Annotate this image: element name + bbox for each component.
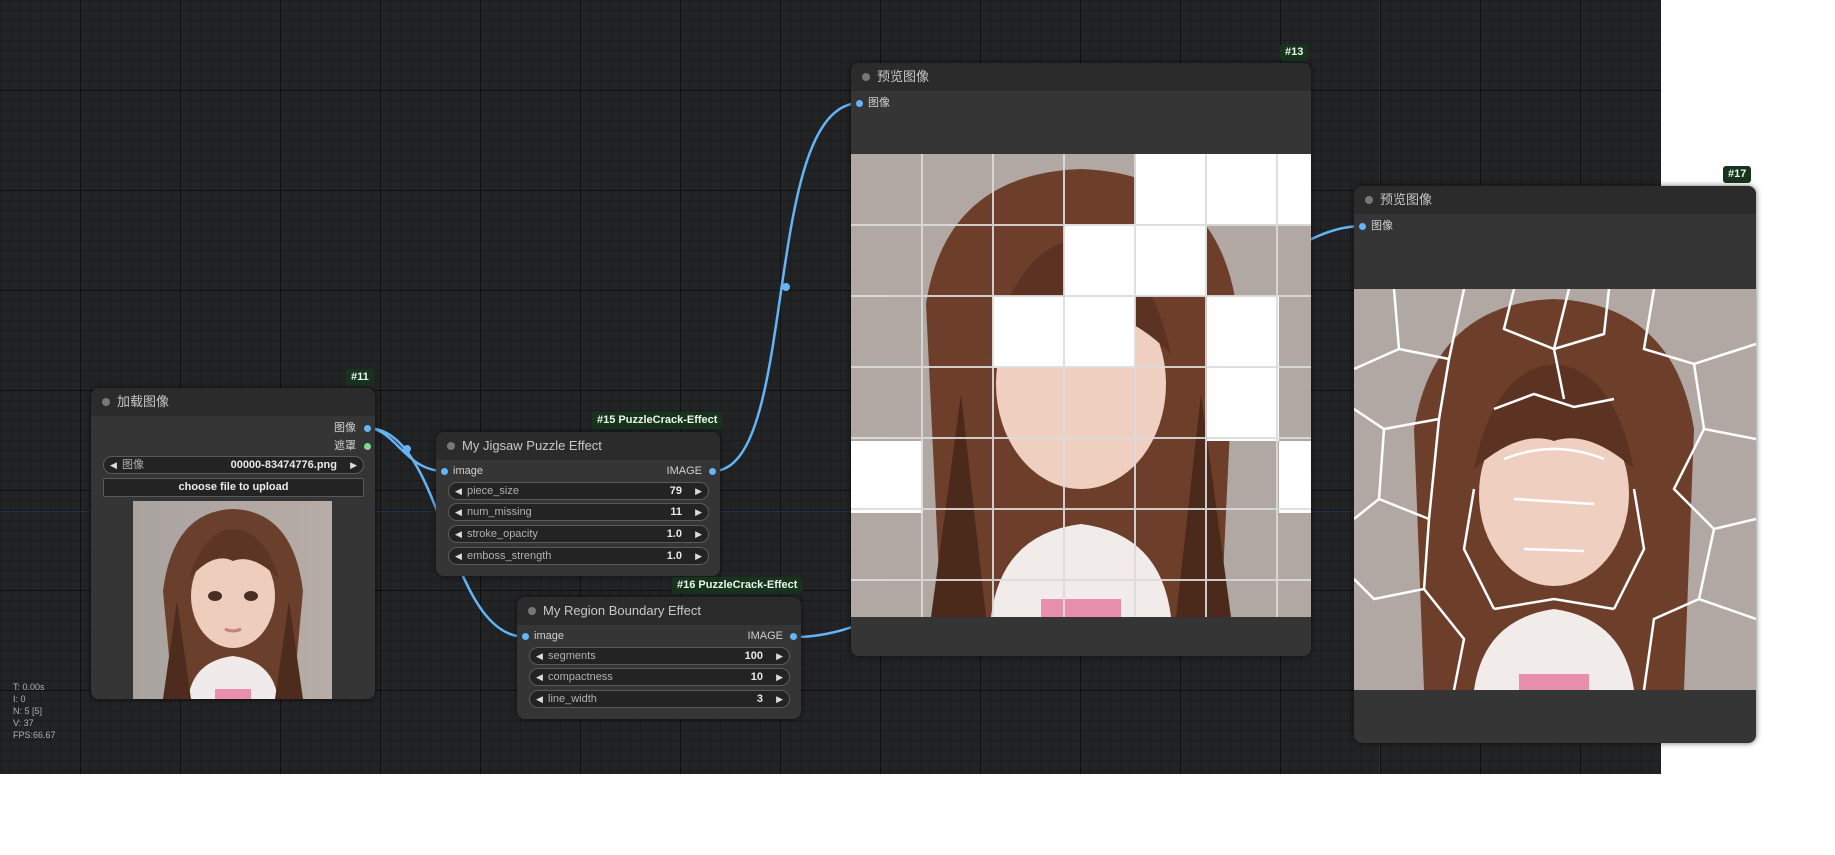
node-title-bar[interactable]: 加载图像	[91, 388, 375, 416]
collapse-dot-icon[interactable]	[1365, 196, 1373, 204]
output-slot-image[interactable]	[364, 425, 371, 432]
output-label-image: 图像	[334, 422, 356, 434]
output-slot-image[interactable]	[709, 468, 716, 475]
node-title-bar[interactable]: 预览图像	[1354, 186, 1756, 214]
portrait-image-icon	[133, 501, 332, 699]
increment-arrow-icon[interactable]: ▶	[350, 457, 357, 473]
input-slot-image[interactable]	[856, 100, 863, 107]
node-load-image[interactable]: 加载图像 图像 遮罩 ◀ 图像 00000-83474776.png ▶ cho…	[91, 388, 375, 699]
num-missing-widget[interactable]: ◀ num_missing 11 ▶	[448, 503, 709, 521]
node-id-badge-16: #16 PuzzleCrack-Effect	[672, 577, 803, 594]
increment-arrow-icon[interactable]: ▶	[776, 648, 783, 664]
input-label-image: 图像	[1371, 220, 1393, 232]
widget-value: 00000-83474776.png	[230, 459, 337, 471]
widget-value: 11	[670, 506, 682, 518]
stat-time: T: 0.00s	[13, 682, 45, 692]
node-title-bar[interactable]: My Region Boundary Effect	[517, 597, 801, 625]
widget-value: 10	[750, 671, 763, 683]
region-boundary-portrait-image-icon	[1354, 289, 1756, 690]
widget-label: piece_size	[467, 485, 519, 497]
compactness-widget[interactable]: ◀ compactness 10 ▶	[529, 668, 790, 686]
node-id-badge-11: #11	[346, 369, 374, 386]
widget-value: 1.0	[666, 550, 682, 562]
input-label-image: image	[534, 630, 564, 642]
decrement-arrow-icon[interactable]: ◀	[455, 504, 462, 520]
stat-i: I: 0	[13, 694, 26, 704]
node-title: 预览图像	[1380, 192, 1433, 207]
output-slot-image[interactable]	[790, 633, 797, 640]
input-label-image: image	[453, 465, 483, 477]
node-jigsaw-puzzle-effect[interactable]: My Jigsaw Puzzle Effect image IMAGE ◀ pi…	[436, 432, 720, 576]
line-width-widget[interactable]: ◀ line_width 3 ▶	[529, 690, 790, 708]
widget-value: 100	[744, 650, 763, 662]
node-preview-image-17[interactable]: 预览图像 图像	[1354, 186, 1756, 743]
input-slot-image[interactable]	[441, 468, 448, 475]
stat-fps: FPS:66.67	[13, 730, 56, 740]
collapse-dot-icon[interactable]	[102, 398, 110, 406]
upload-button[interactable]: choose file to upload	[103, 478, 364, 497]
decrement-arrow-icon[interactable]: ◀	[455, 483, 462, 499]
widget-label: compactness	[548, 671, 613, 683]
widget-label: 图像	[122, 459, 144, 471]
node-title: My Jigsaw Puzzle Effect	[462, 438, 602, 453]
widget-label: num_missing	[467, 506, 532, 518]
stat-nodes: N: 5 [5]	[13, 706, 43, 716]
stroke-opacity-widget[interactable]: ◀ stroke_opacity 1.0 ▶	[448, 525, 709, 543]
collapse-dot-icon[interactable]	[862, 73, 870, 81]
image-file-selector[interactable]: ◀ 图像 00000-83474776.png ▶	[103, 456, 364, 474]
widget-label: emboss_strength	[467, 550, 552, 562]
increment-arrow-icon[interactable]: ▶	[776, 691, 783, 707]
collapse-dot-icon[interactable]	[447, 442, 455, 450]
output-slot-mask[interactable]	[364, 443, 371, 450]
input-slot-image[interactable]	[522, 633, 529, 640]
decrement-arrow-icon[interactable]: ◀	[455, 548, 462, 564]
input-label-image: 图像	[868, 97, 890, 109]
jigsaw-portrait-image-icon	[851, 154, 1311, 617]
node-preview-image-13[interactable]: 预览图像 图像	[851, 63, 1311, 656]
stat-v: V: 37	[13, 718, 34, 728]
increment-arrow-icon[interactable]: ▶	[695, 504, 702, 520]
decrement-arrow-icon[interactable]: ◀	[536, 669, 543, 685]
node-title-bar[interactable]: My Jigsaw Puzzle Effect	[436, 432, 720, 460]
decrement-arrow-icon[interactable]: ◀	[536, 648, 543, 664]
increment-arrow-icon[interactable]: ▶	[695, 483, 702, 499]
node-title: 加载图像	[117, 394, 170, 409]
decrement-arrow-icon[interactable]: ◀	[110, 457, 117, 473]
output-label-image: IMAGE	[747, 630, 783, 642]
output-label-image: IMAGE	[666, 465, 702, 477]
perf-stats: T: 0.00s I: 0 N: 5 [5] V: 37 FPS:66.67	[13, 681, 56, 741]
node-title: 预览图像	[877, 69, 930, 84]
widget-label: stroke_opacity	[467, 528, 538, 540]
segments-widget[interactable]: ◀ segments 100 ▶	[529, 647, 790, 665]
node-id-badge-17: #17	[1723, 166, 1752, 183]
node-region-boundary-effect[interactable]: My Region Boundary Effect image IMAGE ◀ …	[517, 597, 801, 719]
node-title: My Region Boundary Effect	[543, 603, 702, 618]
link-midpoint-load	[403, 445, 411, 453]
node-title-bar[interactable]: 预览图像	[851, 63, 1311, 91]
widget-label: segments	[548, 650, 596, 662]
widget-label: line_width	[548, 693, 597, 705]
widget-value: 3	[756, 693, 763, 705]
widget-value: 1.0	[666, 528, 682, 540]
decrement-arrow-icon[interactable]: ◀	[455, 526, 462, 542]
increment-arrow-icon[interactable]: ▶	[776, 669, 783, 685]
emboss-strength-widget[interactable]: ◀ emboss_strength 1.0 ▶	[448, 547, 709, 565]
node-id-badge-13: #13	[1280, 44, 1309, 61]
input-slot-image[interactable]	[1359, 223, 1366, 230]
increment-arrow-icon[interactable]: ▶	[695, 526, 702, 542]
increment-arrow-icon[interactable]: ▶	[695, 548, 702, 564]
collapse-dot-icon[interactable]	[528, 607, 536, 615]
widget-value: 79	[669, 485, 682, 497]
node-id-badge-15: #15 PuzzleCrack-Effect	[592, 412, 723, 429]
output-label-mask: 遮罩	[334, 440, 356, 452]
link-midpoint-jigsaw	[782, 283, 790, 291]
decrement-arrow-icon[interactable]: ◀	[536, 691, 543, 707]
piece-size-widget[interactable]: ◀ piece_size 79 ▶	[448, 482, 709, 500]
